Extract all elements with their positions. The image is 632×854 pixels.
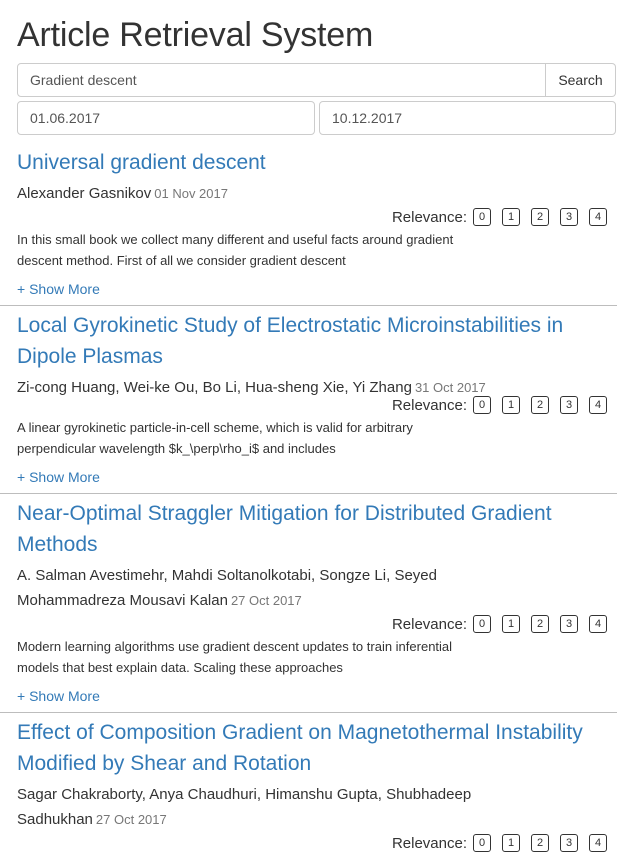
show-more-link[interactable]: + Show More — [17, 279, 617, 305]
date-to-input[interactable] — [319, 101, 616, 135]
result-item: Near-Optimal Straggler Mitigation for Di… — [0, 494, 617, 713]
result-item: Effect of Composition Gradient on Magnet… — [0, 713, 617, 854]
relevance-button-1[interactable]: 1 — [502, 396, 520, 414]
relevance-selector: Relevance: 0 1 2 3 4 — [17, 832, 617, 854]
relevance-button-1[interactable]: 1 — [502, 615, 520, 633]
relevance-button-1[interactable]: 1 — [502, 834, 520, 852]
date-from-input[interactable] — [17, 101, 315, 135]
result-abstract: In this small book we collect many diffe… — [17, 232, 454, 268]
relevance-button-3[interactable]: 3 — [560, 615, 578, 633]
relevance-label: Relevance: — [391, 834, 467, 852]
relevance-button-1[interactable]: 1 — [502, 208, 520, 226]
result-abstract: Modern learning algorithms use gradient … — [17, 639, 453, 675]
result-authors: A. Salman Avestimehr, Mahdi Soltanolkota… — [17, 563, 507, 613]
relevance-selector: Relevance: 0 1 2 3 4 — [17, 613, 617, 635]
relevance-button-2[interactable]: 2 — [531, 396, 549, 414]
result-item: Universal gradient descent Alexander Gas… — [0, 143, 617, 306]
result-authors-text: A. Salman Avestimehr, Mahdi Soltanolkota… — [17, 567, 437, 609]
result-title-link[interactable]: Effect of Composition Gradient on Magnet… — [17, 713, 607, 779]
relevance-label: Relevance: — [391, 208, 467, 226]
result-abstract: A linear gyrokinetic particle-in-cell sc… — [17, 420, 413, 456]
relevance-button-0[interactable]: 0 — [473, 396, 491, 414]
result-authors-text: Zi-cong Huang, Wei-ke Ou, Bo Li, Hua-she… — [17, 379, 412, 396]
relevance-button-4[interactable]: 4 — [589, 615, 607, 633]
relevance-button-4[interactable]: 4 — [589, 834, 607, 852]
relevance-button-4[interactable]: 4 — [589, 396, 607, 414]
result-title-link[interactable]: Local Gyrokinetic Study of Electrostatic… — [17, 306, 607, 372]
result-item: Local Gyrokinetic Study of Electrostatic… — [0, 306, 617, 494]
relevance-button-0[interactable]: 0 — [473, 208, 491, 226]
relevance-button-3[interactable]: 3 — [560, 834, 578, 852]
result-title-link[interactable]: Near-Optimal Straggler Mitigation for Di… — [17, 494, 607, 560]
result-authors-text: Sagar Chakraborty, Anya Chaudhuri, Himan… — [17, 786, 472, 828]
result-date: 31 Oct 2017 — [414, 380, 486, 395]
show-more-link[interactable]: + Show More — [17, 467, 617, 493]
relevance-selector: Relevance: 0 1 2 3 4 — [17, 206, 617, 228]
relevance-button-3[interactable]: 3 — [560, 208, 578, 226]
results-list: Universal gradient descent Alexander Gas… — [0, 143, 632, 854]
relevance-label: Relevance: — [391, 615, 467, 633]
relevance-button-2[interactable]: 2 — [531, 208, 549, 226]
result-date: 27 Oct 2017 — [95, 812, 167, 827]
relevance-button-4[interactable]: 4 — [589, 208, 607, 226]
page-title: Article Retrieval System — [17, 16, 374, 54]
search-bar: Search — [17, 63, 616, 97]
relevance-button-2[interactable]: 2 — [531, 615, 549, 633]
page: Article Retrieval System Search Universa… — [0, 0, 632, 852]
relevance-button-0[interactable]: 0 — [473, 834, 491, 852]
search-button[interactable]: Search — [546, 63, 616, 97]
result-authors-text: Alexander Gasnikov — [17, 185, 152, 202]
result-date: 01 Nov 2017 — [154, 186, 228, 201]
relevance-button-2[interactable]: 2 — [531, 834, 549, 852]
result-authors: Sagar Chakraborty, Anya Chaudhuri, Himan… — [17, 782, 547, 832]
relevance-button-0[interactable]: 0 — [473, 615, 491, 633]
result-date: 27 Oct 2017 — [230, 593, 302, 608]
result-authors: Alexander Gasnikov 01 Nov 2017 — [17, 181, 517, 206]
relevance-button-3[interactable]: 3 — [560, 396, 578, 414]
show-more-link[interactable]: + Show More — [17, 686, 617, 712]
search-input[interactable] — [17, 63, 546, 97]
relevance-label: Relevance: — [391, 396, 467, 414]
result-title-link[interactable]: Universal gradient descent — [17, 143, 607, 178]
